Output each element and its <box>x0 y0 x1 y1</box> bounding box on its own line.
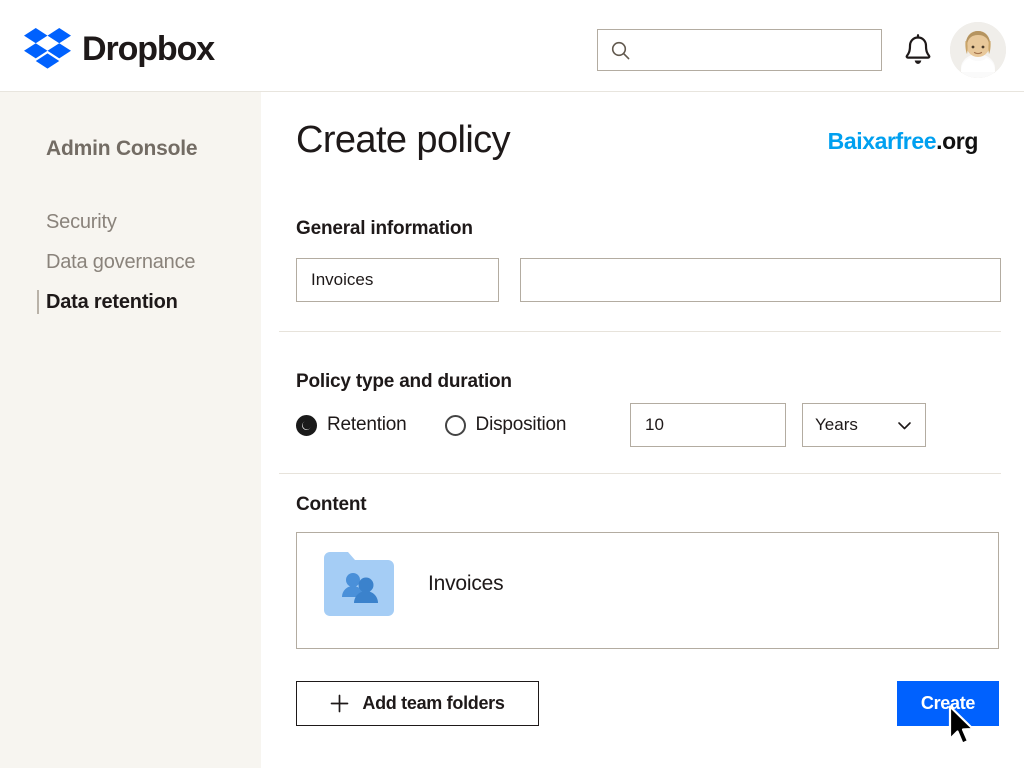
bell-icon <box>905 33 931 64</box>
divider <box>279 331 1001 332</box>
watermark: Baixarfree.org <box>827 128 979 155</box>
search-icon <box>611 41 630 59</box>
sidebar-title: Admin Console <box>46 137 198 160</box>
create-button[interactable]: Create <box>897 681 999 726</box>
brand-name: Dropbox <box>82 29 215 68</box>
chevron-down-icon <box>898 421 911 429</box>
avatar[interactable] <box>950 22 1006 78</box>
divider <box>279 473 1001 474</box>
watermark-suffix: .org <box>936 128 978 154</box>
general-information-heading: General information <box>296 218 473 239</box>
sidebar-item-security[interactable]: Security <box>0 202 261 242</box>
radio-retention[interactable]: Retention <box>296 414 407 436</box>
sidebar-item-label: Security <box>46 211 117 233</box>
sidebar: Admin Console Security Data governance D… <box>0 92 261 768</box>
avatar-photo <box>950 22 1006 78</box>
radio-label: Retention <box>327 414 407 435</box>
team-folder-icon <box>324 552 394 616</box>
content-heading: Content <box>296 494 367 515</box>
add-team-folders-button[interactable]: Add team folders <box>296 681 539 726</box>
plus-icon <box>331 694 349 713</box>
list-item[interactable]: Invoices <box>318 548 504 620</box>
dropbox-brand[interactable]: Dropbox <box>24 28 215 69</box>
duration-unit-value: Years <box>815 415 858 434</box>
dropbox-logo-icon <box>24 28 71 69</box>
policy-type-heading: Policy type and duration <box>296 371 512 392</box>
watermark-primary: Baixarfree <box>827 128 937 154</box>
notifications-button[interactable] <box>903 32 937 68</box>
app-header: Dropbox <box>0 0 1024 92</box>
radio-label: Disposition <box>475 414 567 435</box>
duration-input[interactable] <box>630 403 786 447</box>
sidebar-item-label: Data governance <box>46 251 196 273</box>
sidebar-item-label: Data retention <box>46 291 178 313</box>
folder-name: Invoices <box>428 572 504 595</box>
page-title: Create policy <box>296 119 511 161</box>
search-input[interactable] <box>640 30 870 70</box>
sidebar-item-data-retention[interactable]: Data retention <box>0 282 261 322</box>
main-content: Create policy Baixarfree.org General inf… <box>261 92 1024 768</box>
radio-mark-icon <box>296 414 317 436</box>
policy-type-radio-group: Retention Disposition <box>296 403 604 447</box>
content-folder-list: Invoices <box>296 532 999 649</box>
radio-mark-icon <box>444 414 466 436</box>
radio-disposition[interactable]: Disposition <box>444 414 567 436</box>
duration-unit-select[interactable]: Years <box>802 403 926 447</box>
add-team-folders-label: Add team folders <box>362 693 505 713</box>
policy-description-input[interactable] <box>520 258 1001 302</box>
sidebar-nav: Security Data governance Data retention <box>0 202 261 322</box>
sidebar-item-data-governance[interactable]: Data governance <box>0 242 261 282</box>
search-box[interactable] <box>597 29 882 71</box>
policy-name-input[interactable] <box>296 258 499 302</box>
